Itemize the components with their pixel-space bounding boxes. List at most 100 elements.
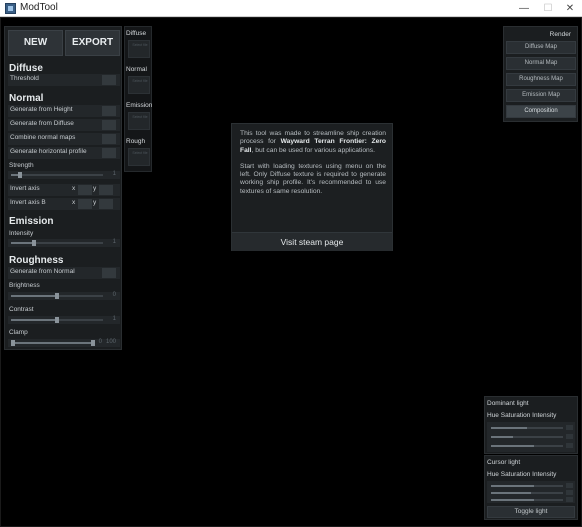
contrast-slider[interactable]: 1 — [8, 316, 120, 324]
threshold-row: Threshold — [8, 74, 120, 86]
dominant-saturation-value — [566, 434, 573, 439]
cursor-saturation-slider[interactable] — [491, 492, 563, 494]
generate-from-diffuse-checkbox[interactable] — [102, 120, 116, 130]
normal-select-file[interactable]: Select file — [128, 76, 150, 94]
new-button[interactable]: NEW — [8, 30, 63, 56]
cursor-intensity-value — [566, 497, 573, 502]
strength-slider[interactable]: 1 — [8, 171, 120, 179]
invert-axis-label: Invert axis — [10, 185, 40, 192]
threshold-label: Threshold — [10, 75, 39, 82]
generate-from-height-row: Generate from Height — [8, 105, 120, 117]
settings-panel: NEW EXPORT Diffuse Threshold Normal Gene… — [4, 26, 122, 350]
app-icon — [5, 3, 16, 14]
cursor-light-panel: Cursor light Hue Saturation Intensity To… — [484, 455, 578, 520]
cursor-light-title: Cursor light — [487, 459, 521, 466]
invert-b-y-checkbox[interactable] — [99, 199, 113, 209]
contrast-label: Contrast — [9, 306, 34, 313]
strength-label: Strength — [9, 162, 34, 169]
dominant-intensity-value — [566, 443, 573, 448]
render-title: Render — [549, 31, 571, 38]
generate-from-diffuse-row: Generate from Diffuse — [8, 119, 120, 131]
dominant-hue-value — [566, 425, 573, 430]
generate-from-normal-checkbox[interactable] — [102, 268, 116, 278]
minimize-button[interactable]: — — [512, 0, 536, 17]
invert-x-checkbox[interactable] — [78, 185, 92, 195]
normal-section-title: Normal — [9, 93, 44, 104]
composition-button[interactable]: Composition — [506, 105, 576, 118]
clamp-label: Clamp — [9, 329, 28, 336]
diffuse-section-title: Diffuse — [9, 63, 43, 74]
visit-steam-page-button[interactable]: Visit steam page — [232, 232, 392, 251]
option-label: Generate from Diffuse — [10, 120, 74, 127]
slot-placeholder: Select file — [132, 43, 148, 47]
cursor-light-subtitle: Hue Saturation Intensity — [487, 471, 557, 478]
contrast-value: 1 — [112, 316, 116, 322]
render-panel: Render Diffuse Map Normal Map Roughness … — [503, 26, 578, 122]
intensity-value: 1 — [112, 239, 116, 245]
brightness-slider[interactable]: 0 — [8, 292, 120, 300]
dominant-light-panel: Dominant light Hue Saturation Intensity — [484, 396, 578, 454]
title-bar: ModTool — ☐ ✕ — [0, 0, 582, 17]
emission-map-button[interactable]: Emission Map — [506, 89, 576, 102]
slot-placeholder: Select file — [132, 151, 148, 155]
threshold-checkbox[interactable] — [102, 75, 116, 85]
dominant-light-subtitle: Hue Saturation Intensity — [487, 412, 557, 419]
slot-placeholder: Select file — [132, 79, 148, 83]
intensity-slider[interactable]: 1 — [8, 239, 120, 247]
slot-title-rough: Rough — [126, 138, 146, 145]
dominant-hue-slider[interactable] — [491, 427, 563, 429]
roughness-map-button[interactable]: Roughness Map — [506, 73, 576, 86]
info-p1-after: , but can be used for various applicatio… — [251, 146, 375, 154]
info-text: This tool was made to streamline ship cr… — [240, 130, 386, 196]
roughness-section-title: Roughness — [9, 255, 64, 266]
option-label: Generate horizontal profile — [10, 148, 87, 155]
intensity-label: Intensity — [9, 230, 34, 237]
brightness-value: 0 — [112, 292, 116, 298]
emission-select-file[interactable]: Select file — [128, 112, 150, 130]
info-p2: Start with loading textures using menu o… — [240, 162, 386, 195]
maximize-button[interactable]: ☐ — [536, 0, 560, 17]
generate-horizontal-profile-row: Generate horizontal profile — [8, 147, 120, 159]
clamp-slider[interactable]: 0 100 — [8, 339, 120, 347]
cursor-saturation-value — [566, 490, 573, 495]
brightness-label: Brightness — [9, 282, 40, 289]
option-label: Generate from Height — [10, 106, 73, 113]
strength-value: 1 — [112, 171, 116, 177]
cursor-hue-value — [566, 483, 573, 488]
window-title: ModTool — [20, 2, 58, 13]
close-button[interactable]: ✕ — [558, 0, 582, 17]
invert-axis-b-label: Invert axis B — [10, 199, 46, 206]
diffuse-map-button[interactable]: Diffuse Map — [506, 41, 576, 54]
invert-b-x-checkbox[interactable] — [78, 199, 92, 209]
clamp-high-value: 100 — [105, 339, 116, 345]
generate-from-height-checkbox[interactable] — [102, 106, 116, 116]
y-label: y — [93, 185, 97, 192]
x-label: x — [72, 185, 76, 192]
texture-slots-panel: Diffuse Select file Normal Select file E… — [124, 26, 152, 172]
combine-normal-maps-row: Combine normal maps — [8, 133, 120, 145]
combine-normal-maps-checkbox[interactable] — [102, 134, 116, 144]
invert-y-checkbox[interactable] — [99, 185, 113, 195]
generate-from-normal-row: Generate from Normal — [8, 267, 120, 279]
invert-axis-b-row: Invert axis B x y — [8, 198, 120, 210]
dominant-light-title: Dominant light — [487, 400, 529, 407]
toggle-light-button[interactable]: Toggle light — [487, 506, 575, 518]
cursor-light-controls — [487, 481, 575, 503]
x-label: x — [72, 199, 76, 206]
dominant-saturation-slider[interactable] — [491, 436, 563, 438]
cursor-intensity-slider[interactable] — [491, 499, 563, 501]
export-button[interactable]: EXPORT — [65, 30, 120, 56]
dominant-light-controls — [487, 422, 575, 452]
slot-title-diffuse: Diffuse — [126, 30, 147, 37]
normal-map-button[interactable]: Normal Map — [506, 57, 576, 70]
invert-axis-row: Invert axis x y — [8, 184, 120, 196]
dominant-intensity-slider[interactable] — [491, 445, 563, 447]
info-dialog: This tool was made to streamline ship cr… — [231, 123, 393, 251]
slot-placeholder: Select file — [132, 115, 148, 119]
y-label: y — [93, 199, 97, 206]
clamp-low-value: 0 — [98, 339, 102, 345]
cursor-hue-slider[interactable] — [491, 485, 563, 487]
rough-select-file[interactable]: Select file — [128, 148, 150, 166]
diffuse-select-file[interactable]: Select file — [128, 40, 150, 58]
generate-horizontal-profile-checkbox[interactable] — [102, 148, 116, 158]
